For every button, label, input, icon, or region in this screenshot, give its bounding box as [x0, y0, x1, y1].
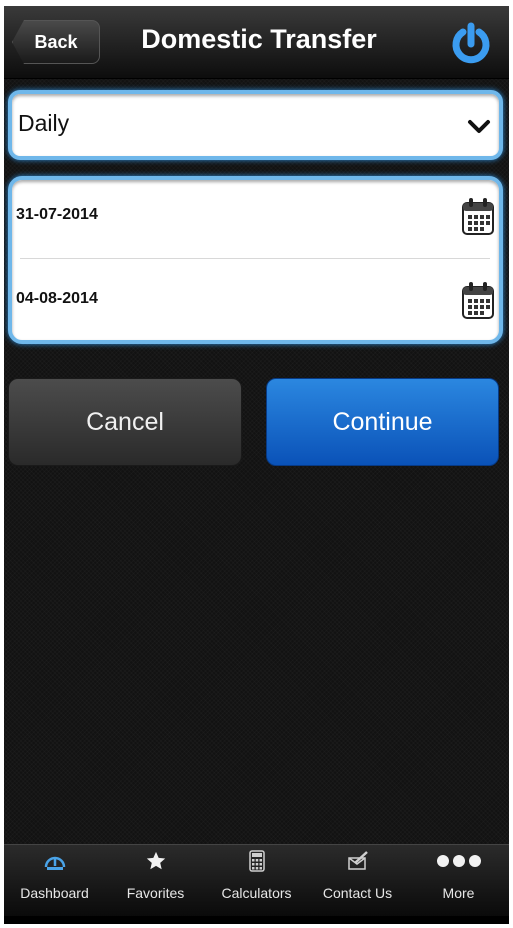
date-divider	[20, 258, 490, 259]
tab-more[interactable]: More	[408, 845, 509, 917]
tab-dashboard[interactable]: Dashboard	[4, 845, 105, 917]
dashboard-gauge-icon	[44, 856, 65, 870]
end-date-field[interactable]: 04-08-2014	[12, 264, 499, 342]
frequency-select[interactable]: Daily	[8, 90, 503, 160]
continue-button[interactable]: Continue	[266, 378, 499, 466]
tab-label: Favorites	[126, 885, 185, 901]
page-title: Domestic Transfer	[141, 24, 377, 54]
chevron-down-icon	[468, 120, 490, 133]
more-dots-icon	[436, 855, 481, 867]
calendar-icon[interactable]	[461, 196, 495, 236]
bottom-strip	[4, 916, 509, 924]
calendar-icon[interactable]	[461, 280, 495, 320]
end-date-value: 04-08-2014	[16, 290, 98, 307]
header-bar: Back Domestic Transfer	[4, 6, 509, 79]
power-icon	[452, 22, 490, 64]
contact-edit-icon	[347, 851, 368, 870]
cancel-button[interactable]: Cancel	[8, 378, 242, 466]
date-range-group: 31-07-2014 04-08-2014	[8, 176, 503, 344]
tab-favorites[interactable]: Favorites	[105, 845, 206, 917]
frequency-value: Daily	[18, 110, 70, 136]
tab-calculators[interactable]: Calculators	[206, 845, 307, 917]
start-date-value: 31-07-2014	[16, 206, 98, 223]
power-button[interactable]	[447, 20, 495, 68]
back-button[interactable]: Back	[12, 20, 100, 64]
tab-label: Contact Us	[322, 885, 393, 901]
tab-label: Calculators	[221, 885, 292, 901]
tab-label: More	[442, 885, 475, 901]
star-icon	[146, 851, 165, 870]
tab-bar: Dashboard Favorites Calculators Contact …	[4, 844, 509, 917]
app-screen: Back Domestic Transfer Daily 31-07-2014	[4, 6, 509, 924]
tab-contact-us[interactable]: Contact Us	[307, 845, 408, 917]
tab-label: Dashboard	[20, 885, 89, 901]
calculator-icon	[248, 850, 265, 872]
start-date-field[interactable]: 31-07-2014	[12, 180, 499, 258]
